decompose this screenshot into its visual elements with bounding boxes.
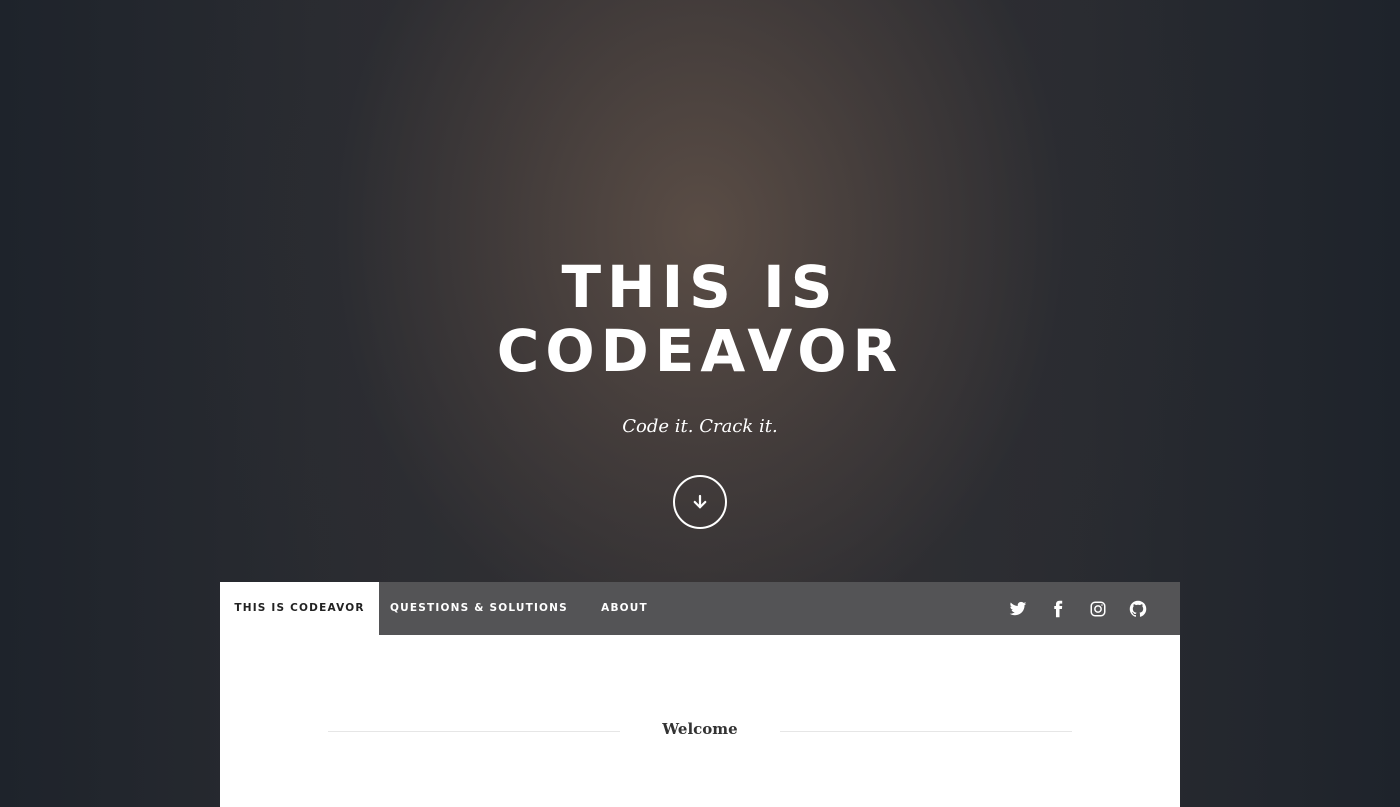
main-nav: THIS IS CODEAVOR QUESTIONS & SOLUTIONS A… [220, 582, 1180, 635]
twitter-icon [1009, 601, 1027, 615]
tab-questions-solutions[interactable]: QUESTIONS & SOLUTIONS [390, 582, 568, 635]
instagram-link[interactable] [1078, 582, 1118, 635]
github-icon [1129, 600, 1147, 617]
tab-about[interactable]: ABOUT [590, 582, 659, 635]
arrow-down-icon [693, 494, 707, 509]
twitter-link[interactable] [998, 582, 1038, 635]
site-title-line-2: CODEAVOR [496, 317, 904, 385]
tab-this-is-codeavor[interactable]: THIS IS CODEAVOR [220, 582, 379, 635]
scroll-down-button[interactable] [673, 475, 727, 529]
section-heading: Welcome [662, 720, 738, 738]
site-title-line-1: THIS IS [561, 253, 839, 321]
divider-left [328, 731, 620, 732]
instagram-icon [1090, 601, 1106, 616]
facebook-icon [1054, 600, 1063, 617]
site-tagline: Code it. Crack it. [622, 416, 778, 437]
content-panel: THIS IS CODEAVOR QUESTIONS & SOLUTIONS A… [220, 582, 1180, 807]
github-link[interactable] [1118, 582, 1158, 635]
hero-section: THIS IS CODEAVOR Code it. Crack it. [0, 0, 1400, 582]
site-title: THIS IS CODEAVOR [0, 255, 1400, 383]
facebook-link[interactable] [1038, 582, 1078, 635]
divider-right [780, 731, 1072, 732]
